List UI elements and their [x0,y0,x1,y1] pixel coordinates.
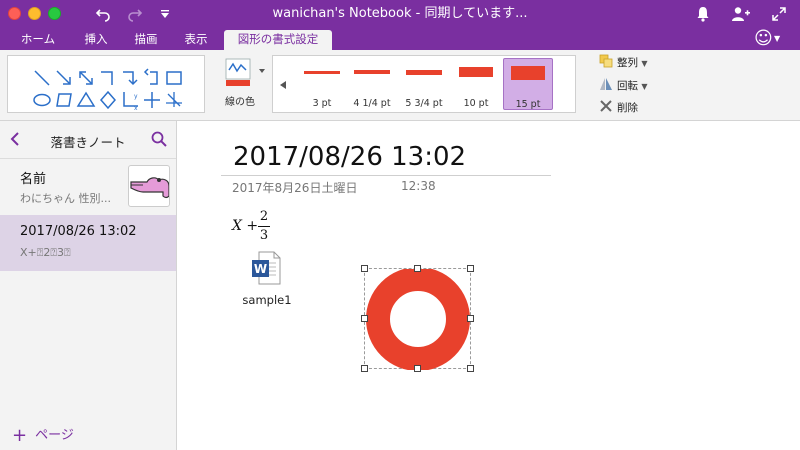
line-weight-label: 3 pt [312,98,332,109]
zoom-window-button[interactable] [48,7,61,20]
line-weight-label: 5 3/4 pt [405,98,443,109]
arrange-icon [598,53,614,71]
ellipse-shape-icon[interactable] [32,90,52,110]
diamond-shape-icon[interactable] [98,90,118,110]
rectangle-shape-icon[interactable] [164,68,184,88]
line-weight-label: 10 pt [463,98,489,109]
page-item-preview: X+⍰2⍰3⍰ [20,246,71,259]
add-page-button[interactable]: + ページ [12,424,74,446]
rotate-button[interactable]: 回転 ▼ [598,76,648,94]
window-title: wanichan's Notebook - 同期しています... [272,6,528,21]
elbow-connector-icon[interactable] [98,68,118,88]
line-weight-option[interactable]: 5 3/4 pt [399,58,449,110]
tab-view[interactable]: 表示 [174,30,218,50]
search-icon[interactable] [150,130,168,148]
arrange-button[interactable]: 整列 ▼ [598,53,648,71]
customize-toolbar-icon[interactable] [154,4,176,25]
page-date: 2017年8月26日土曜日 [232,181,358,195]
elbow-arrow-icon[interactable] [120,68,140,88]
page-list-item-selected[interactable]: 2017/08/26 13:02 X+⍰2⍰3⍰ [0,215,176,271]
three-axes-icon[interactable] [164,90,184,110]
line-shape-icon[interactable] [32,68,52,88]
redo-icon[interactable] [124,4,146,27]
svg-text:y: y [134,93,138,100]
resize-handle[interactable] [361,365,368,372]
double-arrow-shape-icon[interactable] [76,68,96,88]
elbow-double-arrow-icon[interactable] [142,68,162,88]
line-weight-gallery: 3 pt 4 1/4 pt 5 3/4 pt 10 pt 15 pt [272,55,576,113]
page-canvas[interactable]: 2017/08/26 13:02 2017年8月26日土曜日 12:38 X +… [177,121,800,450]
line-weight-option[interactable]: 10 pt [451,58,501,110]
tab-home[interactable]: ホーム [12,30,64,50]
cross-axes-icon[interactable] [142,90,162,110]
line-weight-swatch [459,67,493,77]
line-weight-label: 4 1/4 pt [353,98,391,109]
delete-x-icon [598,98,614,116]
word-document-icon[interactable]: W [251,251,281,285]
resize-handle[interactable] [361,315,368,322]
parallelogram-shape-icon[interactable] [54,90,74,110]
attachment-name[interactable]: sample1 [237,293,297,307]
add-person-icon[interactable] [730,4,752,27]
equation-fraction: 2 3 [258,209,270,243]
line-weight-option[interactable]: 4 1/4 pt [347,58,397,110]
equation-lhs: X + [232,218,259,234]
section-title: 落書きノート [50,135,126,150]
page-sidebar: 落書きノート 名前 わにちゃん 性別... 2017/08/26 13:02 X… [0,121,177,450]
line-weight-option[interactable]: 3 pt [297,58,347,110]
resize-handle[interactable] [414,365,421,372]
line-weight-swatch [511,66,545,80]
line-weight-swatch [406,69,442,75]
ring-shape[interactable] [366,269,470,370]
title-divider [221,175,551,176]
feedback-smiley-icon[interactable]: ☺ [754,28,773,50]
svg-text:W: W [254,262,267,276]
page-item-preview: わにちゃん 性別... [20,192,111,205]
ribbon-tabs: ホーム 挿入 描画 表示 図形の書式設定 ☺ ▼ [0,28,800,50]
page-thumbnail [128,165,170,207]
svg-text:x: x [134,105,138,110]
close-window-button[interactable] [8,7,21,20]
page-item-title: 2017/08/26 13:02 [20,224,137,239]
title-bar: wanichan's Notebook - 同期しています... [0,0,800,28]
resize-handle[interactable] [467,365,474,372]
expand-icon[interactable] [768,4,790,26]
line-weight-swatch [354,70,390,74]
resize-handle[interactable] [361,265,368,272]
resize-handle[interactable] [414,265,421,272]
plus-icon: + [12,425,28,446]
line-weight-option-selected[interactable]: 15 pt [503,58,553,110]
tab-insert[interactable]: 挿入 [74,30,118,50]
selected-shape-frame[interactable] [361,265,474,372]
delete-button[interactable]: 削除 [598,98,638,116]
line-weight-swatch [304,70,340,74]
line-color-label: 線の色 [225,97,255,108]
page-time: 12:38 [401,179,436,193]
undo-icon[interactable] [92,4,114,27]
line-weight-label: 15 pt [515,99,541,110]
sidebar-header: 落書きノート [0,121,176,159]
page-list-item[interactable]: 名前 わにちゃん 性別... [0,159,176,215]
resize-handle[interactable] [467,315,474,322]
rotate-icon [598,76,614,94]
ribbon: yx 線の色 3 pt 4 1/4 pt 5 3/4 pt 10 pt 15 p… [0,50,800,121]
gallery-prev-icon[interactable] [279,80,287,90]
bell-icon[interactable] [692,4,714,27]
arrow-shape-icon[interactable] [54,68,74,88]
shapes-gallery: yx [7,55,205,113]
tab-draw[interactable]: 描画 [124,30,168,50]
back-chevron-icon[interactable] [10,129,20,152]
chevron-down-icon[interactable]: ▼ [774,34,780,43]
page-title[interactable]: 2017/08/26 13:02 [233,140,466,174]
minimize-window-button[interactable] [28,7,41,20]
triangle-shape-icon[interactable] [76,90,96,110]
resize-handle[interactable] [467,265,474,272]
page-item-title: 名前 [20,172,47,187]
tab-shape-format[interactable]: 図形の書式設定 [224,30,332,50]
xy-axes-icon[interactable]: yx [120,90,140,110]
